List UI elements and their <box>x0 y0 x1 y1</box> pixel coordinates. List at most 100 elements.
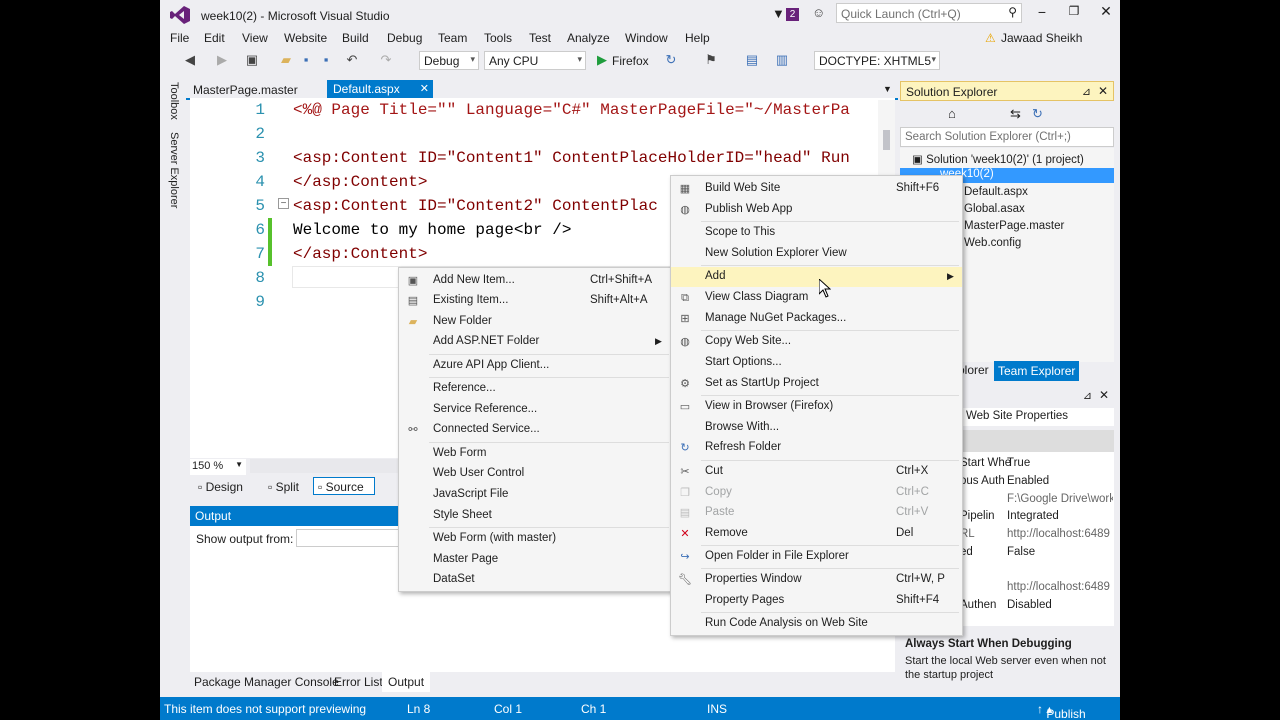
close-button[interactable]: ✕ <box>1096 3 1116 20</box>
tab-source[interactable]: ▫ Source <box>313 477 375 495</box>
tab-default-aspx[interactable]: Default.aspx ✕ <box>327 80 433 98</box>
menu-javascript-file[interactable]: JavaScript File <box>399 485 672 505</box>
team-explorer-tab[interactable]: Team Explorer <box>994 361 1080 381</box>
menu-test[interactable]: Test <box>529 31 551 45</box>
notification-badge[interactable]: 2 <box>786 8 799 21</box>
menu-new-folder[interactable]: ▰ New Folder <box>399 312 672 332</box>
menu-analyze[interactable]: Analyze <box>567 31 610 45</box>
collapse-icon[interactable]: − <box>278 198 289 209</box>
save-all-icon[interactable]: ▪ <box>318 52 334 68</box>
menu-website[interactable]: Website <box>284 31 327 45</box>
menu-web-form-with-master[interactable]: Web Form (with master) <box>399 529 672 549</box>
menu-copy-web-site[interactable]: ◍ Copy Web Site... <box>671 332 962 352</box>
sync-icon[interactable]: ⇆ <box>1010 106 1021 122</box>
user-name[interactable]: Jawaad Sheikh <box>1001 31 1082 45</box>
prop-value[interactable]: False <box>1007 546 1035 558</box>
menu-build-web-site[interactable]: ▦ Build Web Site Shift+F6 <box>671 179 962 199</box>
close-tab-icon[interactable]: ✕ <box>420 82 429 95</box>
menu-view-class-diagram[interactable]: ⧉ View Class Diagram <box>671 288 962 308</box>
prop-value[interactable]: True <box>1007 457 1030 469</box>
tree-item-masterpage[interactable]: MasterPage.master <box>964 220 1064 232</box>
quick-launch-input[interactable]: Quick Launch (Ctrl+Q) ⚲ <box>836 3 1022 23</box>
menu-master-page[interactable]: Master Page <box>399 550 672 570</box>
menu-browse-with[interactable]: Browse With... <box>671 418 962 438</box>
back-icon[interactable]: ◀ <box>182 52 198 68</box>
pin-icon[interactable]: ⊿ <box>1082 85 1091 98</box>
browser-select[interactable]: Firefox <box>612 54 649 68</box>
prop-value[interactable]: Disabled <box>1007 599 1052 611</box>
scroll-thumb[interactable] <box>883 130 890 150</box>
menu-style-sheet[interactable]: Style Sheet <box>399 506 672 526</box>
menu-run-code-analysis[interactable]: Run Code Analysis on Web Site <box>671 614 962 634</box>
save-icon[interactable]: ▪ <box>298 52 314 68</box>
menu-open-folder-in-explorer[interactable]: ↪ Open Folder in File Explorer <box>671 547 962 567</box>
horizontal-scrollbar[interactable] <box>250 459 400 473</box>
new-project-icon[interactable]: ▣ <box>244 52 260 68</box>
menu-cut[interactable]: ✂ Cut Ctrl+X <box>671 462 962 482</box>
platform-select[interactable]: Any CPU <box>484 51 586 70</box>
menu-service-reference[interactable]: Service Reference... <box>399 400 672 420</box>
properties-object-select[interactable]: Web Site Properties <box>960 408 1114 426</box>
menu-remove[interactable]: ✕ Remove Del <box>671 524 962 544</box>
refresh-icon[interactable]: ↻ <box>1032 106 1043 122</box>
prop-value[interactable]: Integrated <box>1007 510 1059 522</box>
zoom-select[interactable]: 150 % ▼ <box>190 459 246 475</box>
pin-icon[interactable]: ⊿ <box>1083 389 1092 402</box>
minimize-button[interactable]: − <box>1032 4 1052 20</box>
close-panel-icon[interactable]: ✕ <box>1099 388 1109 402</box>
format-icon[interactable]: ▤ <box>744 52 760 68</box>
close-panel-icon[interactable]: ✕ <box>1098 84 1108 98</box>
forward-icon[interactable]: ▶ <box>214 52 230 68</box>
prop-value[interactable]: Enabled <box>1007 475 1049 487</box>
feedback-icon[interactable]: ☺ <box>812 5 825 20</box>
menu-web-form[interactable]: Web Form <box>399 444 672 464</box>
menu-set-startup-project[interactable]: ⚙ Set as StartUp Project <box>671 374 962 394</box>
toolbox-tab[interactable]: Toolbox <box>168 82 180 120</box>
menu-existing-item[interactable]: ▤ Existing Item... Shift+Alt+A <box>399 291 672 311</box>
tree-item-global-asax[interactable]: Global.asax <box>964 203 1025 215</box>
tab-design[interactable]: ▫ Design <box>198 480 243 494</box>
menu-help[interactable]: Help <box>685 31 710 45</box>
configuration-select[interactable]: Debug <box>419 51 479 70</box>
menu-publish-web-app[interactable]: ◍ Publish Web App <box>671 200 962 220</box>
menu-reference[interactable]: Reference... <box>399 379 672 399</box>
doctype-select[interactable]: DOCTYPE: XHTML5 <box>814 51 940 70</box>
prop-value[interactable]: F:\Google Drive\work <box>1007 493 1113 505</box>
home-icon[interactable]: ⌂ <box>948 106 956 121</box>
undo-icon[interactable]: ↶ <box>344 52 360 68</box>
menu-paste[interactable]: ▤ Paste Ctrl+V <box>671 503 962 523</box>
menu-debug[interactable]: Debug <box>387 31 422 45</box>
menu-scope-to-this[interactable]: Scope to This <box>671 223 962 243</box>
menu-copy[interactable]: ❐ Copy Ctrl+C <box>671 483 962 503</box>
menu-view[interactable]: View <box>242 31 268 45</box>
menu-property-pages[interactable]: Property Pages Shift+F4 <box>671 591 962 611</box>
menu-connected-service[interactable]: ⚯ Connected Service... <box>399 420 672 440</box>
server-explorer-tab[interactable]: Server Explorer <box>168 132 180 208</box>
tree-item-web-config[interactable]: Web.config <box>964 237 1021 249</box>
menu-file[interactable]: File <box>170 31 189 45</box>
tab-split[interactable]: ▫ Split <box>268 480 299 494</box>
solution-search-input[interactable]: Search Solution Explorer (Ctrl+;) <box>900 127 1114 147</box>
tab-error-list[interactable]: Error List <box>334 675 383 689</box>
menu-refresh-folder[interactable]: ↻ Refresh Folder <box>671 438 962 458</box>
open-file-icon[interactable]: ▰ <box>278 52 294 68</box>
menu-new-solution-explorer-view[interactable]: New Solution Explorer View <box>671 244 962 264</box>
refresh-browser-icon[interactable]: ↻ <box>663 52 679 68</box>
prop-value[interactable]: http://localhost:6489 <box>1007 581 1113 593</box>
menu-azure-api-client[interactable]: Azure API App Client... <box>399 356 672 376</box>
menu-team[interactable]: Team <box>438 31 467 45</box>
menu-start-options[interactable]: Start Options... <box>671 353 962 373</box>
browser-link-icon[interactable]: ⚑ <box>703 52 719 68</box>
tree-item-solution[interactable]: ▣ Solution 'week10(2)' (1 project) <box>912 152 1084 166</box>
tab-output[interactable]: Output <box>382 672 431 692</box>
menu-add[interactable]: Add ▶ <box>671 267 962 287</box>
start-debugging-icon[interactable]: ▶ <box>594 52 610 68</box>
menu-add-aspnet-folder[interactable]: Add ASP.NET Folder ▶ <box>399 332 672 352</box>
validation-icon[interactable]: ▥ <box>774 52 790 68</box>
menu-window[interactable]: Window <box>625 31 668 45</box>
menu-properties-window[interactable]: 🔧︎ Properties Window Ctrl+W, P <box>671 570 962 590</box>
menu-add-new-item[interactable]: ▣ Add New Item... Ctrl+Shift+A <box>399 271 672 291</box>
redo-icon[interactable]: ↷ <box>378 52 394 68</box>
filter-icon[interactable]: ▼ <box>772 6 785 21</box>
menu-dataset[interactable]: DataSet <box>399 570 672 590</box>
